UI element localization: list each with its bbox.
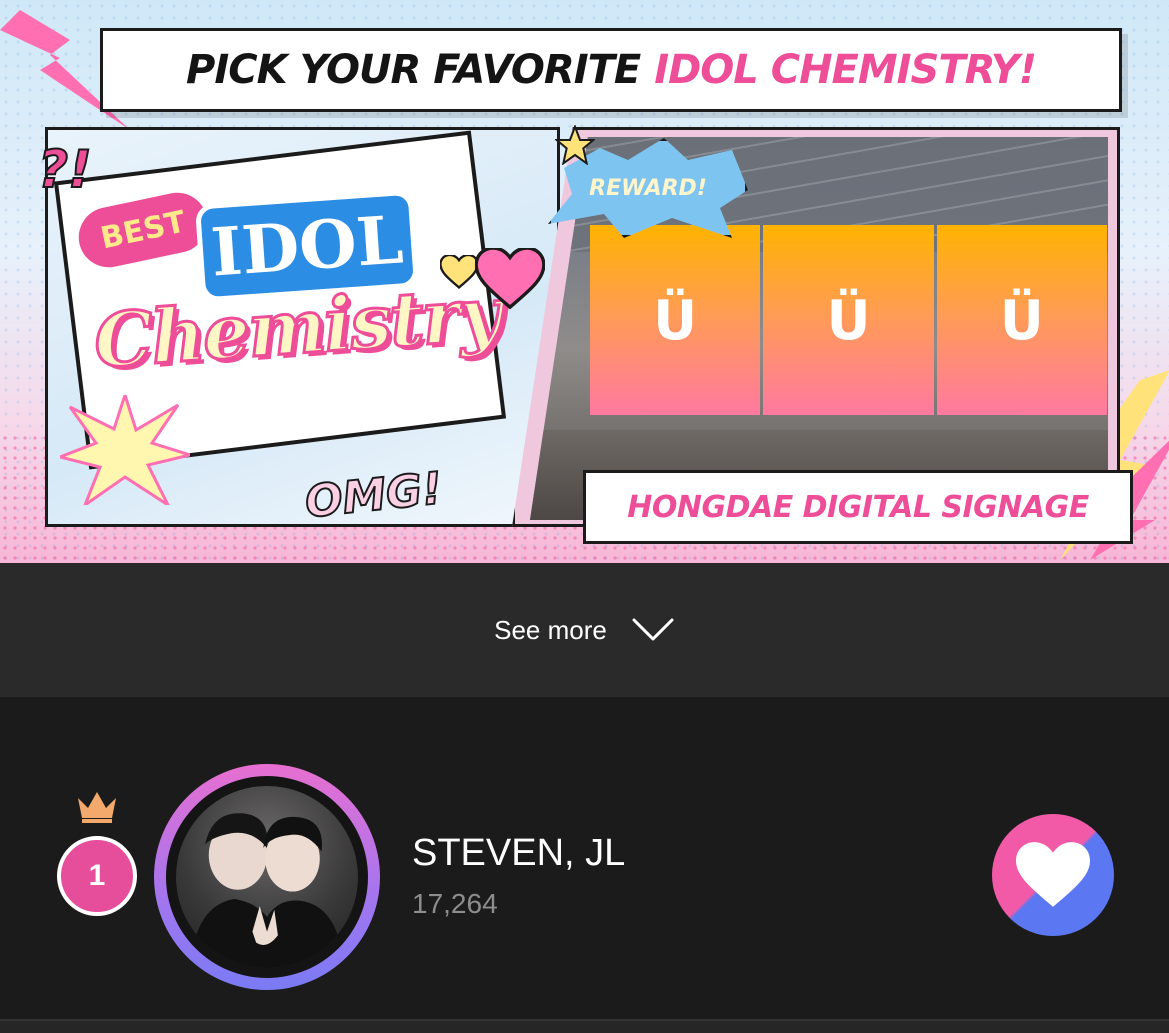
headline-part1: PICK YOUR FAVORITE (186, 47, 641, 93)
signage-screen: Ü (590, 225, 761, 415)
digital-signage-screens: Ü Ü Ü (590, 225, 1110, 415)
heart-icon (475, 248, 545, 310)
starburst-icon (60, 395, 190, 505)
avatar-photo (176, 786, 358, 968)
signage-screen: Ü (763, 225, 934, 415)
list-divider (0, 1019, 1169, 1033)
headline-box: PICK YOUR FAVORITE IDOL CHEMISTRY! (100, 28, 1122, 112)
location-caption: HONGDAE DIGITAL SIGNAGE (583, 470, 1133, 544)
vote-heart-button[interactable] (992, 814, 1114, 936)
avatar[interactable] (154, 764, 380, 990)
signage-logo: Ü (999, 288, 1044, 352)
question-sticker: ?! (37, 139, 93, 201)
chevron-down-icon (632, 618, 674, 641)
heart-icon (1016, 842, 1090, 907)
vote-count: 17,264 (412, 888, 498, 919)
event-banner[interactable]: PICK YOUR FAVORITE IDOL CHEMISTRY! Ü Ü Ü… (0, 0, 1169, 563)
avatar-illustration (190, 813, 344, 968)
crown-icon (78, 792, 116, 823)
signage-logo: Ü (826, 288, 871, 352)
heart-icon (440, 255, 478, 289)
candidate-name: STEVEN, JL (412, 832, 626, 874)
see-more-button[interactable]: See more (0, 563, 1169, 697)
signage-screen: Ü (936, 225, 1107, 415)
see-more-label: See more (494, 614, 607, 645)
rank-badge: 1 (57, 836, 137, 916)
signage-logo: Ü (653, 288, 698, 352)
headline-part2: IDOL CHEMISTRY! (654, 47, 1037, 93)
star-icon (555, 125, 595, 165)
avatar-border (166, 776, 368, 978)
